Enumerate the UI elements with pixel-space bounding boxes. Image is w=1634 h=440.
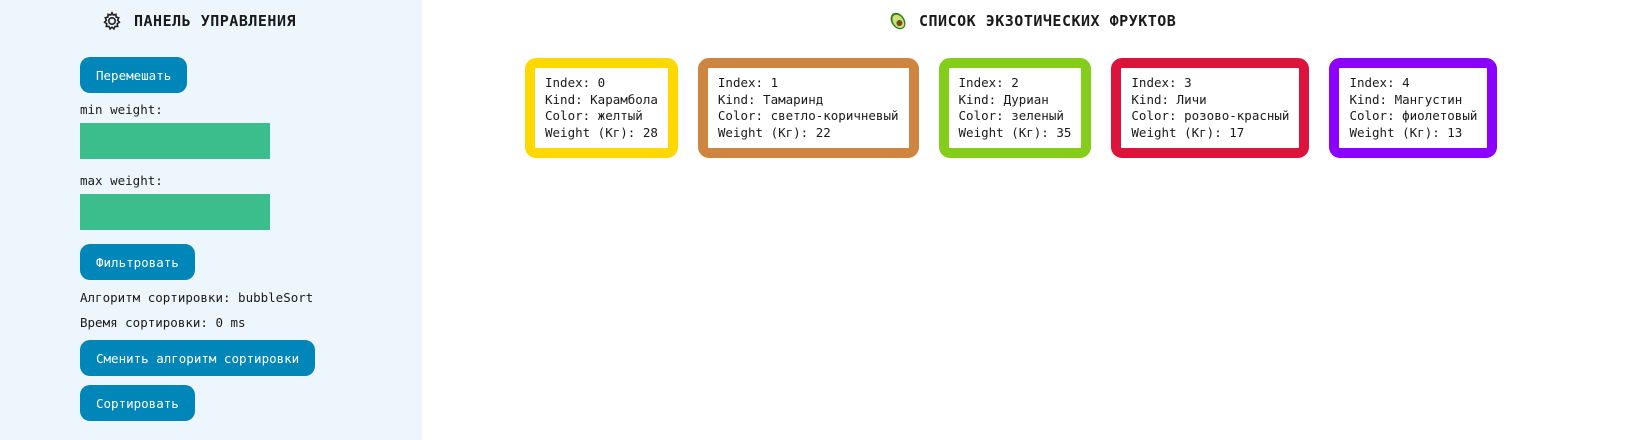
sort-button[interactable]: Сортировать xyxy=(80,385,195,421)
fruit-card-0: Index: 0 Kind: Карамбола Color: желтый W… xyxy=(525,58,678,158)
app-root: ПАНЕЛЬ УПРАВЛЕНИЯ Перемешать min weight:… xyxy=(0,0,1634,440)
shuffle-button[interactable]: Перемешать xyxy=(80,57,188,93)
avocado-icon xyxy=(887,10,909,32)
fruit-index: Index: 3 xyxy=(1131,75,1192,90)
fruit-list-title: СПИСОК ЭКЗОТИЧЕСКИХ ФРУКТОВ xyxy=(919,12,1177,30)
fruit-kind: Kind: Дуриан xyxy=(958,91,1049,107)
fruit-weight: Weight (Кг): 28 xyxy=(545,124,658,140)
max-weight-input[interactable] xyxy=(80,194,270,230)
fruit-index: Index: 4 xyxy=(1349,75,1410,90)
min-weight-input[interactable] xyxy=(80,123,270,159)
fruit-kind: Kind: Карамбола xyxy=(545,91,658,107)
fruit-color: Color: светло-коричневый xyxy=(717,108,899,123)
fruit-weight: Weight (Кг): 22 xyxy=(717,124,831,140)
fruit-kind: Kind: Тамаринд xyxy=(717,91,824,107)
fruit-index: Index: 2 xyxy=(958,75,1019,90)
fruit-color: Color: желтый xyxy=(545,108,643,123)
fruit-weight: Weight (Кг): 17 xyxy=(1131,124,1245,140)
filter-button[interactable]: Фильтровать xyxy=(80,244,195,280)
fruit-color: Color: фиолетовый xyxy=(1349,108,1478,123)
change-sort-algorithm-button[interactable]: Сменить алгоритм сортировки xyxy=(80,340,316,376)
fruit-card-3: Index: 3 Kind: Личи Color: розово-красны… xyxy=(1111,58,1310,158)
gear-icon xyxy=(102,11,122,31)
fruit-weight: Weight (Кг): 35 xyxy=(958,124,1072,140)
fruit-kind: Kind: Личи xyxy=(1131,91,1207,107)
fruit-index: Index: 1 xyxy=(717,75,779,90)
min-weight-label: min weight: xyxy=(80,102,163,117)
sort-algorithm-text: Алгоритм сортировки: bubbleSort xyxy=(80,290,314,305)
fruit-kind: Kind: Мангустин xyxy=(1349,91,1463,107)
fruit-index: Index: 0 xyxy=(545,75,606,90)
max-weight-label: max weight: xyxy=(80,173,163,188)
fruit-card-2: Index: 2 Kind: Дуриан Color: зеленый Wei… xyxy=(938,58,1092,158)
fruit-color: Color: розово-красный xyxy=(1131,108,1290,123)
panel-title: ПАНЕЛЬ УПРАВЛЕНИЯ xyxy=(134,12,297,30)
fruit-color: Color: зеленый xyxy=(958,108,1064,123)
control-panel: ПАНЕЛЬ УПРАВЛЕНИЯ Перемешать min weight:… xyxy=(0,0,422,440)
fruit-card-1: Index: 1 Kind: Тамаринд Color: светло-ко… xyxy=(697,58,919,158)
sort-time-text: Время сортировки: 0 ms xyxy=(80,315,246,330)
panel-header: ПАНЕЛЬ УПРАВЛЕНИЯ xyxy=(102,11,296,31)
fruit-card-4: Index: 4 Kind: Мангустин Color: фиолетов… xyxy=(1329,58,1498,158)
fruit-list-header: СПИСОК ЭКЗОТИЧЕСКИХ ФРУКТОВ xyxy=(887,10,1176,32)
fruit-list: Index: 0 Kind: Карамбола Color: желтый W… xyxy=(525,58,1498,158)
fruit-weight: Weight (Кг): 13 xyxy=(1349,124,1463,140)
